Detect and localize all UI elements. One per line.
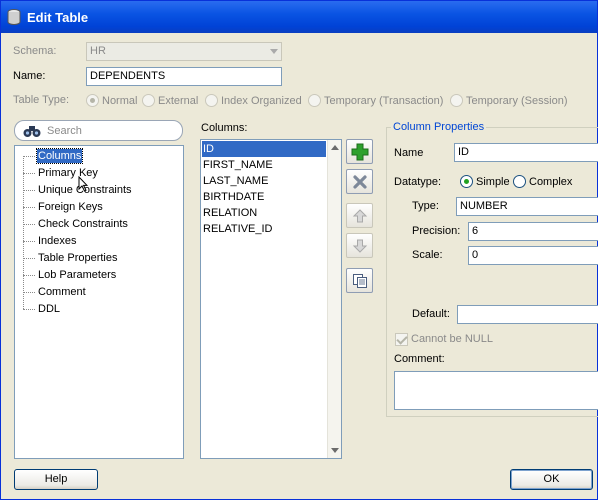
type-label: Type: <box>412 200 439 212</box>
scale-label: Scale: <box>412 249 443 261</box>
mouse-cursor-icon <box>78 176 88 192</box>
default-label: Default: <box>412 308 450 320</box>
remove-icon <box>352 174 367 189</box>
table-name-input[interactable]: DEPENDENTS <box>86 67 282 86</box>
columns-label: Columns: <box>201 122 248 134</box>
scroll-down-icon[interactable] <box>331 448 339 453</box>
tree-item-comment[interactable]: Comment <box>23 284 183 300</box>
type-value: NUMBER <box>460 200 508 212</box>
tree-item-table-properties[interactable]: Table Properties <box>23 250 183 266</box>
tree-item-foreign-keys[interactable]: Foreign Keys <box>23 199 183 215</box>
add-icon <box>351 143 368 160</box>
radio-selected-icon <box>86 94 99 107</box>
binoculars-icon <box>23 126 41 137</box>
radio-icon <box>205 94 218 107</box>
tree-item-unique-constraints[interactable]: Unique Constraints <box>23 182 183 198</box>
tree-item-ddl[interactable]: DDL <box>23 301 183 317</box>
move-down-icon <box>352 239 367 253</box>
comment-textarea[interactable] <box>394 371 598 410</box>
tree-item-columns[interactable]: Columns <box>23 148 183 164</box>
move-up-icon <box>352 208 367 222</box>
columns-scrollbar[interactable] <box>327 140 341 458</box>
search-placeholder: Search <box>47 125 82 137</box>
tree-item-indexes[interactable]: Indexes <box>23 233 183 249</box>
chevron-down-icon <box>270 49 278 54</box>
move-down-button <box>346 233 373 258</box>
columns-list: ID FIRST_NAME LAST_NAME BIRTHDATE RELATI… <box>200 139 342 459</box>
not-null-checkbox <box>395 333 408 346</box>
default-input[interactable] <box>457 305 598 324</box>
table-type-normal: Normal <box>86 94 137 107</box>
schema-select: HR <box>86 42 282 61</box>
help-button[interactable]: Help <box>14 469 98 490</box>
not-null-label: Cannot be NULL <box>411 333 493 345</box>
list-item[interactable]: RELATION <box>202 205 326 221</box>
add-column-button[interactable] <box>346 139 373 164</box>
list-item[interactable]: LAST_NAME <box>202 173 326 189</box>
column-properties-title: Column Properties <box>391 121 487 133</box>
title-bar[interactable]: Edit Table <box>1 1 597 33</box>
list-item[interactable]: ID <box>202 141 326 157</box>
datatype-simple-radio[interactable]: Simple <box>460 175 510 188</box>
precision-label: Precision: <box>412 225 461 237</box>
tree-item-primary-key[interactable]: Primary Key <box>23 165 183 181</box>
table-type-label: Table Type: <box>13 94 70 106</box>
table-type-temporary-session: Temporary (Session) <box>450 94 567 107</box>
tree-item-lob-parameters[interactable]: Lob Parameters <box>23 267 183 283</box>
copy-icon <box>352 273 367 288</box>
schema-value: HR <box>90 45 106 57</box>
navigation-tree: Columns Primary Key Unique Constraints F… <box>14 145 184 459</box>
dialog-body: Schema: HR Name: DEPENDENTS Table Type: … <box>1 33 598 499</box>
name-label: Name: <box>13 70 46 82</box>
list-item[interactable]: FIRST_NAME <box>202 157 326 173</box>
column-name-label: Name <box>394 147 424 159</box>
scroll-up-icon[interactable] <box>331 145 339 150</box>
precision-input[interactable]: 6 <box>468 222 598 241</box>
list-item[interactable]: BIRTHDATE <box>202 189 326 205</box>
table-type-index-organized: Index Organized <box>205 94 302 107</box>
schema-label: Schema: <box>13 45 57 57</box>
ok-button[interactable]: OK <box>510 469 593 490</box>
tree-item-check-constraints[interactable]: Check Constraints <box>23 216 183 232</box>
window-title: Edit Table <box>27 10 89 25</box>
database-icon <box>7 9 21 25</box>
copy-column-button[interactable] <box>346 268 373 293</box>
radio-icon <box>513 175 526 188</box>
radio-icon <box>450 94 463 107</box>
move-up-button <box>346 203 373 228</box>
comment-label: Comment: <box>394 353 445 365</box>
list-item[interactable]: RELATIVE_ID <box>202 221 326 237</box>
column-name-input[interactable]: ID <box>454 143 598 162</box>
table-type-external: External <box>142 94 198 107</box>
radio-icon <box>142 94 155 107</box>
scale-input[interactable]: 0 <box>468 246 598 265</box>
radio-selected-icon <box>460 175 473 188</box>
datatype-label: Datatype: <box>394 176 442 188</box>
remove-column-button[interactable] <box>346 169 373 194</box>
datatype-complex-radio[interactable]: Complex <box>513 175 572 188</box>
table-type-temporary-transaction: Temporary (Transaction) <box>308 94 443 107</box>
type-select[interactable]: NUMBER <box>456 197 598 216</box>
search-input[interactable]: Search <box>14 120 183 141</box>
radio-icon <box>308 94 321 107</box>
edit-table-dialog: Edit Table Schema: HR Name: DEPENDENTS T… <box>0 0 598 500</box>
